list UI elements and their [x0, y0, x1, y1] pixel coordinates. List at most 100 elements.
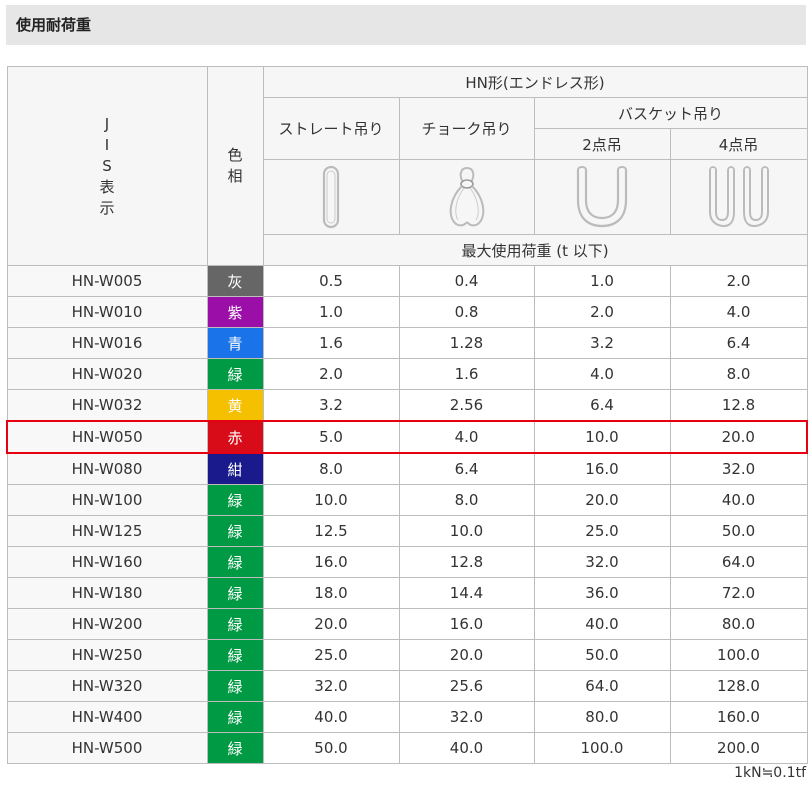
model-cell: HN-W080 [6, 452, 208, 485]
straight-icon-cell [262, 159, 400, 235]
color-cell: 緑 [206, 701, 264, 733]
table-row: HN-W400 緑 40.0 32.0 80.0 160.0 [6, 701, 808, 733]
basket-two-point-cell: 100.0 [533, 732, 671, 764]
table-row: HN-W125 緑 12.5 10.0 25.0 50.0 [6, 515, 808, 547]
color-cell: 緑 [206, 732, 264, 764]
straight-cell: 5.0 [262, 420, 400, 454]
basket2-icon-cell [533, 159, 671, 235]
model-cell: HN-W180 [6, 577, 208, 609]
choke-sling-icon [449, 167, 484, 227]
straight-cell: 2.0 [262, 358, 400, 390]
basket-four-point-icon [708, 166, 769, 228]
choke-cell: 12.8 [398, 546, 535, 578]
basket-four-point-cell: 80.0 [669, 608, 808, 640]
table-row: HN-W200 緑 20.0 16.0 40.0 80.0 [6, 608, 808, 640]
table-row: HN-W180 緑 18.0 14.4 36.0 72.0 [6, 577, 808, 609]
jis-header-char: I [104, 135, 110, 154]
choke-cell: 14.4 [398, 577, 535, 609]
choke-cell: 25.6 [398, 670, 535, 702]
color-cell: 緑 [206, 546, 264, 578]
table-row: HN-W016 青 1.6 1.28 3.2 6.4 [6, 327, 808, 359]
table-row: HN-W100 緑 10.0 8.0 20.0 40.0 [6, 484, 808, 516]
straight-cell: 8.0 [262, 452, 400, 485]
choke-cell: 6.4 [398, 452, 535, 485]
choke-cell: 0.8 [398, 296, 535, 328]
straight-cell: 3.2 [262, 389, 400, 422]
model-cell: HN-W320 [6, 670, 208, 702]
basket-four-point-cell: 128.0 [669, 670, 808, 702]
choke-cell: 10.0 [398, 515, 535, 547]
table-row: HN-W320 緑 32.0 25.6 64.0 128.0 [6, 670, 808, 702]
basket-four-point-cell: 72.0 [669, 577, 808, 609]
basket-two-point-cell: 16.0 [533, 452, 671, 485]
jis-header-char: S [102, 156, 112, 175]
color-cell: 緑 [206, 608, 264, 640]
hn-group-header: HN形(エンドレス形) [262, 66, 808, 98]
basket-two-point-cell: 1.0 [533, 265, 671, 297]
two-point-header: 2点吊 [533, 128, 671, 160]
table-row: HN-W500 緑 50.0 40.0 100.0 200.0 [6, 732, 808, 764]
straight-cell: 1.0 [262, 296, 400, 328]
basket-two-point-cell: 25.0 [533, 515, 671, 547]
straight-cell: 32.0 [262, 670, 400, 702]
jis-header-char: 示 [99, 198, 115, 217]
basket-four-point-cell: 12.8 [669, 389, 808, 422]
model-cell: HN-W100 [6, 484, 208, 516]
color-cell: 緑 [206, 484, 264, 516]
straight-cell: 12.5 [262, 515, 400, 547]
color-cell: 赤 [206, 420, 264, 454]
model-cell: HN-W005 [6, 265, 208, 297]
basket-four-point-cell: 200.0 [669, 732, 808, 764]
choke-cell: 4.0 [398, 420, 535, 454]
basket-two-point-cell: 50.0 [533, 639, 671, 671]
color-cell: 緑 [206, 639, 264, 671]
basket-four-point-cell: 160.0 [669, 701, 808, 733]
choke-cell: 0.4 [398, 265, 535, 297]
basket-two-point-cell: 64.0 [533, 670, 671, 702]
model-cell: HN-W016 [6, 327, 208, 359]
choke-icon-cell [398, 159, 535, 235]
choke-cell: 20.0 [398, 639, 535, 671]
table-row: HN-W020 緑 2.0 1.6 4.0 8.0 [6, 358, 808, 390]
basket-four-point-cell: 40.0 [669, 484, 808, 516]
table-row: HN-W010 紫 1.0 0.8 2.0 4.0 [6, 296, 808, 328]
model-cell: HN-W160 [6, 546, 208, 578]
straight-cell: 1.6 [262, 327, 400, 359]
model-cell: HN-W500 [6, 732, 208, 764]
four-point-header: 4点吊 [669, 128, 808, 160]
model-cell: HN-W010 [6, 296, 208, 328]
jis-header: J I S 表 示 [6, 66, 208, 266]
straight-cell: 25.0 [262, 639, 400, 671]
straight-cell: 50.0 [262, 732, 400, 764]
color-cell: 紺 [206, 452, 264, 485]
basket-four-point-cell: 50.0 [669, 515, 808, 547]
model-cell: HN-W400 [6, 701, 208, 733]
choke-cell: 16.0 [398, 608, 535, 640]
table-row: HN-W032 黄 3.2 2.56 6.4 12.8 [6, 389, 808, 422]
color-cell: 緑 [206, 577, 264, 609]
basket4-icon-cell [669, 159, 808, 235]
table-row: HN-W080 紺 8.0 6.4 16.0 32.0 [6, 452, 808, 485]
model-cell: HN-W032 [6, 389, 208, 422]
table-row: HN-W160 緑 16.0 12.8 32.0 64.0 [6, 546, 808, 578]
table-body: HN-W005 灰 0.5 0.4 1.0 2.0 HN-W010 紫 1.0 0.8 2.0 4.0… [6, 265, 809, 764]
basket-two-point-cell: 80.0 [533, 701, 671, 733]
model-cell: HN-W050 [6, 420, 208, 454]
color-cell: 緑 [206, 515, 264, 547]
model-cell: HN-W020 [6, 358, 208, 390]
table-row: HN-W250 緑 25.0 20.0 50.0 100.0 [6, 639, 808, 671]
straight-cell: 20.0 [262, 608, 400, 640]
basket-four-point-cell: 64.0 [669, 546, 808, 578]
basket-two-point-cell: 3.2 [533, 327, 671, 359]
basket-two-point-cell: 4.0 [533, 358, 671, 390]
straight-cell: 16.0 [262, 546, 400, 578]
color-header-char: 相 [227, 167, 243, 185]
color-cell: 青 [206, 327, 264, 359]
jis-header-char: 表 [99, 177, 115, 196]
color-cell: 黄 [206, 389, 264, 422]
load-capacity-table: J I S 表 示 色 相 HN形(エンドレス形) ストレート吊り チョーク吊り… [6, 66, 809, 764]
straight-sling-icon [322, 165, 340, 229]
model-cell: HN-W250 [6, 639, 208, 671]
basket-two-point-cell: 32.0 [533, 546, 671, 578]
model-cell: HN-W125 [6, 515, 208, 547]
